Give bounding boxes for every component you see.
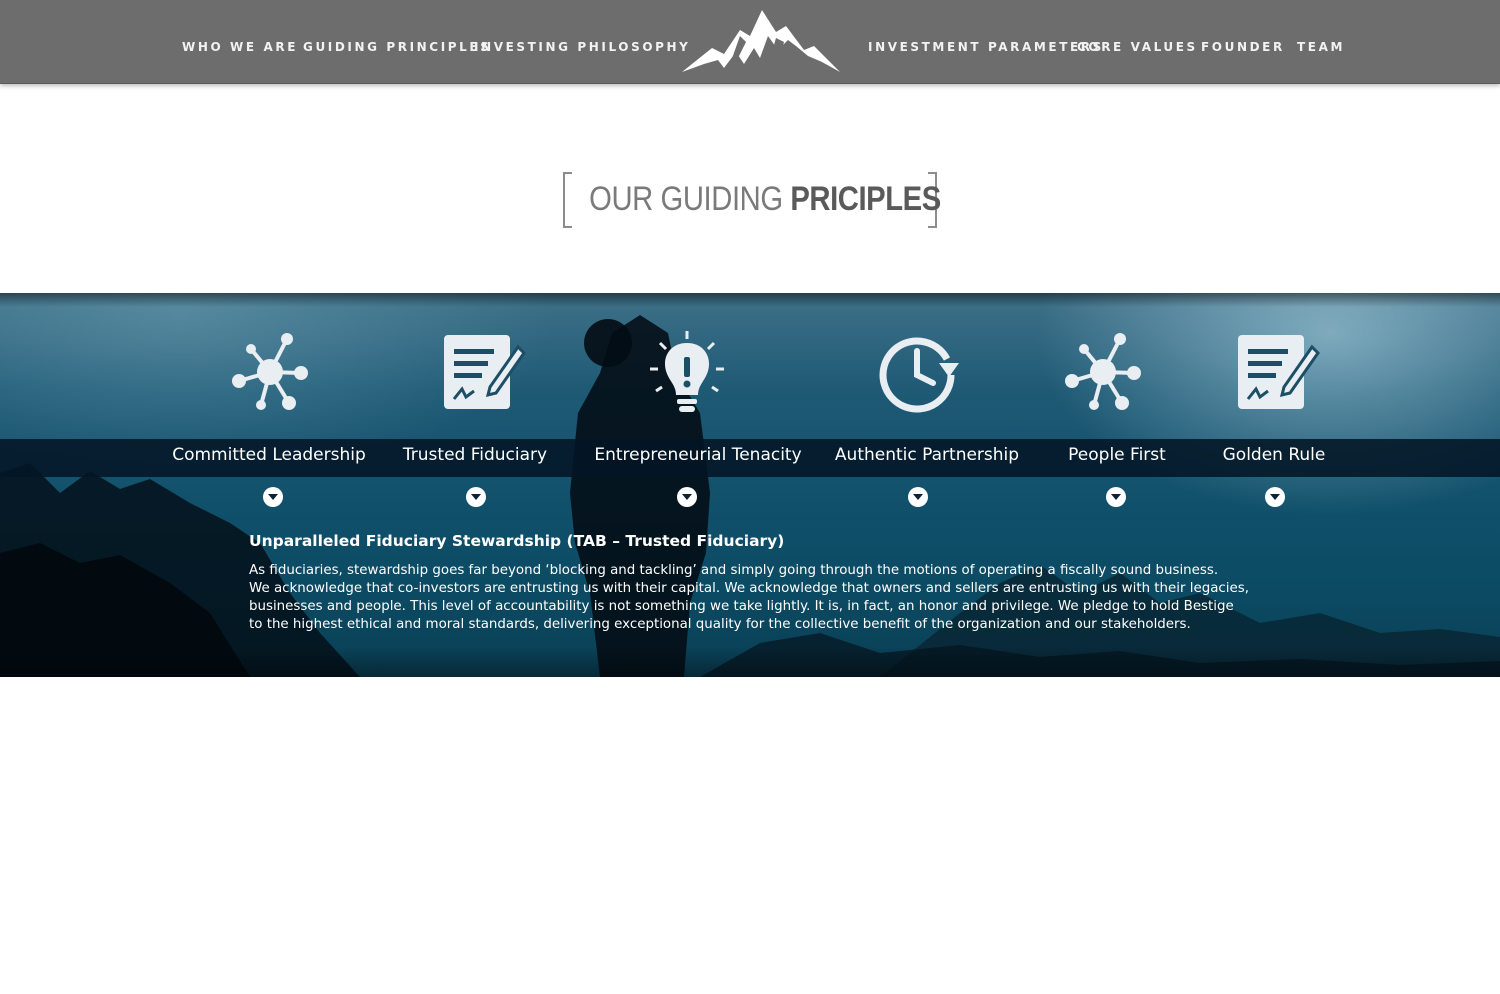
nav-link-team[interactable]: TEAM: [1297, 40, 1345, 54]
left-bracket-decoration: [563, 172, 572, 228]
top-navigation-bar: WHO WE ARE GUIDING PRINCIPLES INVESTING …: [0, 0, 1500, 84]
expand-committed-leadership-button[interactable]: [263, 487, 283, 507]
section-title: OUR GUIDING PRICIPLES: [563, 172, 941, 229]
detail-line: to the highest ethical and moral standar…: [249, 617, 1191, 632]
nav-link-investment-parameters[interactable]: INVESTMENT PARAMETERS: [868, 40, 1104, 54]
detail-line: As fiduciaries, stewardship goes far bey…: [249, 563, 1219, 578]
nav-link-founder[interactable]: FOUNDER: [1201, 40, 1285, 54]
principle-detail-title: Unparalleled Fiduciary Stewardship (TAB …: [249, 532, 785, 550]
principles-hero-band: Committed Leadership Trusted Fiduciary E…: [0, 293, 1500, 677]
nav-link-guiding-principles[interactable]: GUIDING PRINCIPLES: [303, 40, 491, 54]
pillar-label-authentic-partnership[interactable]: Authentic Partnership: [835, 445, 1019, 465]
nav-link-who-we-are[interactable]: WHO WE ARE: [182, 40, 298, 54]
document-signature-icon: [444, 335, 526, 409]
document-signature-icon: [1238, 335, 1320, 409]
nav-link-core-values[interactable]: CORE VALUES: [1077, 40, 1198, 54]
expand-authentic-partnership-button[interactable]: [908, 487, 928, 507]
expand-trusted-fiduciary-button[interactable]: [466, 487, 486, 507]
network-icon: [232, 333, 308, 410]
heading-bold-part: PRICIPLES: [790, 180, 941, 218]
pillar-label-golden-rule[interactable]: Golden Rule: [1223, 445, 1326, 465]
page-heading: OUR GUIDING PRICIPLES: [589, 180, 941, 219]
expand-entrepreneurial-tenacity-button[interactable]: [677, 487, 697, 507]
nav-link-investing-philosophy[interactable]: INVESTING PHILOSOPHY: [474, 40, 690, 54]
network-icon: [1065, 333, 1141, 410]
expand-people-first-button[interactable]: [1106, 487, 1126, 507]
principle-detail-body: As fiduciaries, stewardship goes far bey…: [249, 562, 1279, 634]
detail-line: businesses and people. This level of acc…: [249, 599, 1234, 614]
pillar-label-committed-leadership[interactable]: Committed Leadership: [172, 445, 366, 465]
heading-light-part: OUR GUIDING: [589, 180, 791, 218]
clock-icon: [879, 337, 959, 413]
pillar-label-entrepreneurial-tenacity[interactable]: Entrepreneurial Tenacity: [594, 445, 801, 465]
mountain-logo-icon[interactable]: [680, 6, 842, 78]
pillar-label-people-first[interactable]: People First: [1068, 445, 1166, 465]
detail-line: We acknowledge that co-investors are ent…: [249, 581, 1249, 596]
pillar-label-trusted-fiduciary[interactable]: Trusted Fiduciary: [403, 445, 547, 465]
expand-golden-rule-button[interactable]: [1265, 487, 1285, 507]
lightbulb-icon: [650, 331, 724, 412]
